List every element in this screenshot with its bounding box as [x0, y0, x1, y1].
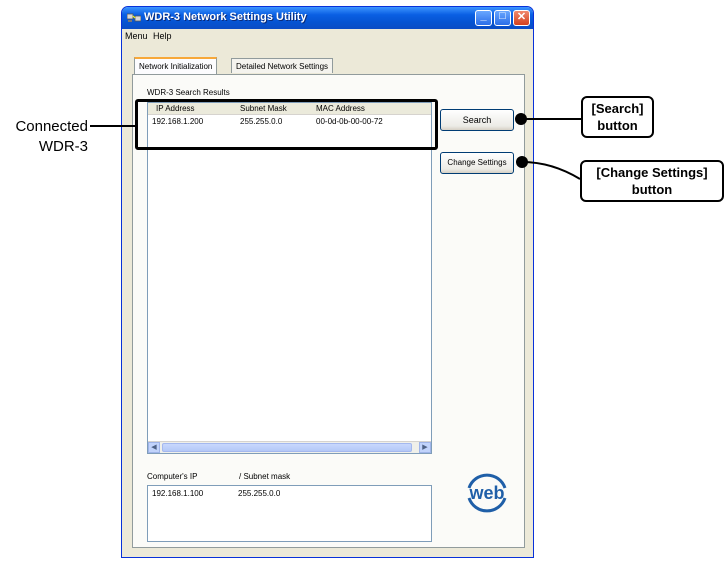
search-callout: [Search] button: [581, 96, 654, 138]
change-settings-callout-line1: [Change Settings]: [596, 165, 708, 180]
subnet-mask-label: / Subnet mask: [239, 472, 291, 481]
horizontal-scrollbar[interactable]: ◀ ▶: [148, 441, 431, 453]
tab-network-initialization[interactable]: Network Initialization: [134, 57, 218, 74]
tab-detailed-network-settings[interactable]: Detailed Network Settings: [231, 58, 334, 73]
connected-annotation: Connected WDR-3: [0, 117, 88, 157]
web-logo-text: web: [468, 483, 504, 503]
connected-annotation-line1: Connected: [15, 118, 88, 135]
window-title: WDR-3 Network Settings Utility: [144, 11, 307, 23]
close-icon: ✕: [516, 11, 527, 23]
computer-mask-value: 255.255.0.0: [238, 489, 281, 498]
menu-bar: Menu Help: [122, 29, 533, 43]
menu-item-help[interactable]: Help: [153, 31, 172, 41]
search-results-list[interactable]: IP Address Subnet Mask MAC Address 192.1…: [147, 102, 432, 454]
scroll-right-button[interactable]: ▶: [419, 442, 431, 453]
computer-ip-label: Computer's IP: [147, 472, 198, 481]
minimize-button[interactable]: _: [475, 10, 492, 26]
change-settings-callout-line2: button: [631, 182, 673, 197]
change-settings-callout: [Change Settings] button: [580, 160, 724, 202]
maximize-icon: □: [499, 10, 506, 22]
connected-annotation-line2: WDR-3: [38, 138, 88, 155]
computer-info-box: 192.168.1.100 255.255.0.0: [147, 485, 432, 542]
minimize-icon: _: [480, 10, 487, 22]
change-settings-button[interactable]: Change Settings: [440, 152, 514, 174]
maximize-button[interactable]: □: [494, 10, 511, 26]
close-button[interactable]: ✕: [513, 10, 530, 26]
connected-device-highlight: [135, 99, 438, 150]
title-bar[interactable]: WDR-3 Network Settings Utility _ □ ✕: [122, 7, 533, 29]
search-callout-line2: button: [597, 118, 638, 133]
computer-ip-value: 192.168.1.100: [152, 489, 204, 498]
app-window: WDR-3 Network Settings Utility _ □ ✕ Men…: [121, 6, 534, 558]
menu-item-menu[interactable]: Menu: [125, 31, 148, 41]
search-button[interactable]: Search: [440, 109, 514, 131]
web-logo: web: [467, 473, 507, 513]
network-app-icon: [127, 13, 141, 22]
search-results-label: WDR-3 Search Results: [147, 88, 230, 97]
scroll-thumb[interactable]: [162, 443, 412, 452]
chevron-right-icon: ▶: [422, 444, 428, 451]
scroll-left-button[interactable]: ◀: [148, 442, 160, 453]
tab-label: Detailed Network Settings: [236, 62, 329, 71]
chevron-left-icon: ◀: [151, 444, 157, 451]
tab-label: Network Initialization: [139, 62, 213, 71]
search-callout-line1: [Search]: [591, 101, 644, 116]
